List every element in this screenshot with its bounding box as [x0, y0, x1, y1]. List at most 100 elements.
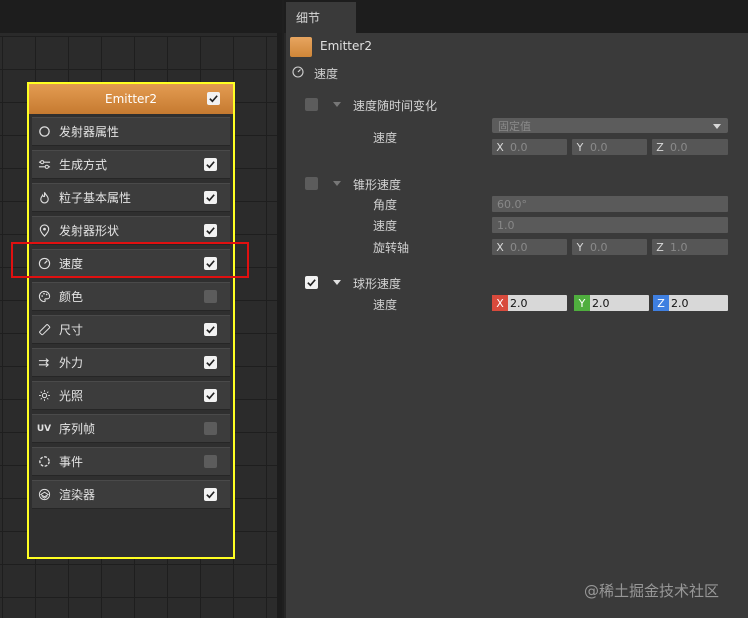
module-enabled-checkbox[interactable] [204, 323, 217, 336]
sphere-checkbox[interactable] [305, 276, 318, 289]
module-row[interactable]: 外力 [32, 348, 230, 377]
check-icon [206, 194, 215, 202]
sphere-z-field[interactable]: Z 2.0 [653, 295, 728, 311]
cone-axis-x-field[interactable]: X 0.0 [492, 239, 567, 255]
module-label: 外力 [59, 356, 84, 370]
cone-checkbox[interactable] [305, 177, 318, 190]
check-icon [307, 279, 316, 287]
over-time-checkbox[interactable] [305, 98, 318, 111]
module-enabled-checkbox[interactable] [204, 191, 217, 204]
module-enabled-checkbox[interactable] [204, 356, 217, 369]
flame-icon [37, 191, 51, 205]
speed-mode-value: 固定值 [498, 119, 531, 133]
panel-border [284, 33, 286, 618]
cone-axis-z-field[interactable]: Z 1.0 [652, 239, 728, 255]
check-icon [206, 161, 215, 169]
over-time-x-field[interactable]: X 0.0 [492, 139, 567, 155]
sphere-y-field[interactable]: Y 2.0 [574, 295, 649, 311]
module-label: 发射器形状 [59, 224, 120, 238]
module-enabled-checkbox[interactable] [204, 158, 217, 171]
module-enabled-checkbox[interactable] [204, 488, 217, 501]
details-panel: 细节 Emitter2 速度 速度随时间变化 速度 固定值 X 0.0 Y 0.… [284, 0, 748, 618]
over-time-speed-label: 速度 [373, 131, 398, 145]
module-label: 渲染器 [59, 488, 96, 502]
module-enabled-checkbox[interactable] [204, 422, 217, 435]
emitter-node-title: Emitter2 [105, 92, 157, 106]
uv-icon: UV [36, 423, 52, 434]
module-label: 粒子基本属性 [59, 191, 132, 205]
axis-z-label: Z [653, 295, 669, 311]
module-row[interactable]: 颜色 [32, 282, 230, 311]
module-label: 序列帧 [59, 422, 96, 436]
emitter-name: Emitter2 [320, 39, 372, 53]
module-row[interactable]: 生成方式 [32, 150, 230, 179]
emitter-node-header[interactable]: Emitter2 [29, 84, 233, 114]
axis-x-label: X [496, 240, 504, 254]
sphere-y-value: 2.0 [592, 296, 610, 310]
axis-z-label: Z [656, 240, 664, 254]
panel-tab-bar: 细节 [284, 0, 748, 33]
cone-speed-label: 速度 [373, 219, 398, 233]
tab-details[interactable]: 细节 [286, 2, 356, 33]
sphere-z-value: 2.0 [671, 296, 689, 310]
palette-icon [37, 290, 51, 304]
module-row[interactable]: 发射器属性 [32, 117, 230, 146]
emitter-color-swatch [290, 37, 312, 57]
cone-speed-field[interactable]: 1.0 [492, 217, 728, 233]
emitter-node[interactable]: Emitter2 发射器属性 生成方式 粒子基本属性 发射器形状 速度 颜色 尺寸 外力 光照 U… [27, 82, 235, 559]
over-time-z-field[interactable]: Z 0.0 [652, 139, 728, 155]
location-pin-icon [37, 224, 51, 238]
collapse-arrow-icon[interactable] [333, 181, 341, 186]
module-row[interactable]: 光照 [32, 381, 230, 410]
module-row[interactable]: 尺寸 [32, 315, 230, 344]
axis-y-label: Y [576, 140, 584, 154]
chevron-down-icon [713, 124, 721, 129]
module-enabled-checkbox[interactable] [204, 290, 217, 303]
dashed-circle-icon [37, 455, 51, 469]
section-over-time-title: 速度随时间变化 [353, 99, 438, 113]
module-label: 生成方式 [59, 158, 108, 172]
graph-canvas[interactable]: Emitter2 发射器属性 生成方式 粒子基本属性 发射器形状 速度 颜色 尺寸 外力 光照 U… [0, 0, 282, 618]
axis-x-label: X [496, 140, 504, 154]
canvas-divider [277, 33, 282, 618]
sliders-icon [37, 158, 51, 172]
module-row[interactable]: UV 序列帧 [32, 414, 230, 443]
cone-axis-y-value: 0.0 [590, 240, 608, 254]
module-row[interactable]: 事件 [32, 447, 230, 476]
arrows-right-icon [37, 356, 51, 370]
over-time-y-field[interactable]: Y 0.0 [572, 139, 647, 155]
cone-angle-field[interactable]: 60.0° [492, 196, 728, 212]
canvas-top-bar [0, 0, 282, 33]
sphere-x-field[interactable]: X 2.0 [492, 295, 567, 311]
watermark: @稀土掘金技术社区 [584, 582, 720, 600]
check-icon [209, 95, 218, 103]
module-name: 速度 [314, 67, 339, 81]
render-layers-icon [37, 488, 51, 502]
check-icon [206, 491, 215, 499]
module-row[interactable]: 发射器形状 [32, 216, 230, 245]
cone-axis-z-value: 1.0 [670, 240, 688, 254]
cone-angle-label: 角度 [373, 198, 398, 212]
axis-x-label: X [492, 295, 508, 311]
over-time-y-value: 0.0 [590, 140, 608, 154]
module-enabled-checkbox[interactable] [204, 455, 217, 468]
sun-icon [37, 389, 51, 403]
section-sphere-title: 球形速度 [353, 277, 402, 291]
module-label: 颜色 [59, 290, 84, 304]
sphere-x-value: 2.0 [510, 296, 528, 310]
expand-arrow-icon[interactable] [333, 280, 341, 285]
module-enabled-checkbox[interactable] [204, 389, 217, 402]
cone-axis-x-value: 0.0 [510, 240, 528, 254]
check-icon [206, 359, 215, 367]
check-icon [206, 227, 215, 235]
module-row[interactable]: 粒子基本属性 [32, 183, 230, 212]
speed-mode-dropdown[interactable]: 固定值 [492, 118, 728, 133]
section-cone-title: 锥形速度 [353, 178, 402, 192]
cone-axis-y-field[interactable]: Y 0.0 [572, 239, 647, 255]
cone-axis-label: 旋转轴 [373, 241, 410, 255]
emitter-enabled-checkbox[interactable] [207, 92, 220, 105]
module-row[interactable]: 渲染器 [32, 480, 230, 509]
ruler-icon [37, 323, 51, 337]
module-enabled-checkbox[interactable] [204, 224, 217, 237]
collapse-arrow-icon[interactable] [333, 102, 341, 107]
